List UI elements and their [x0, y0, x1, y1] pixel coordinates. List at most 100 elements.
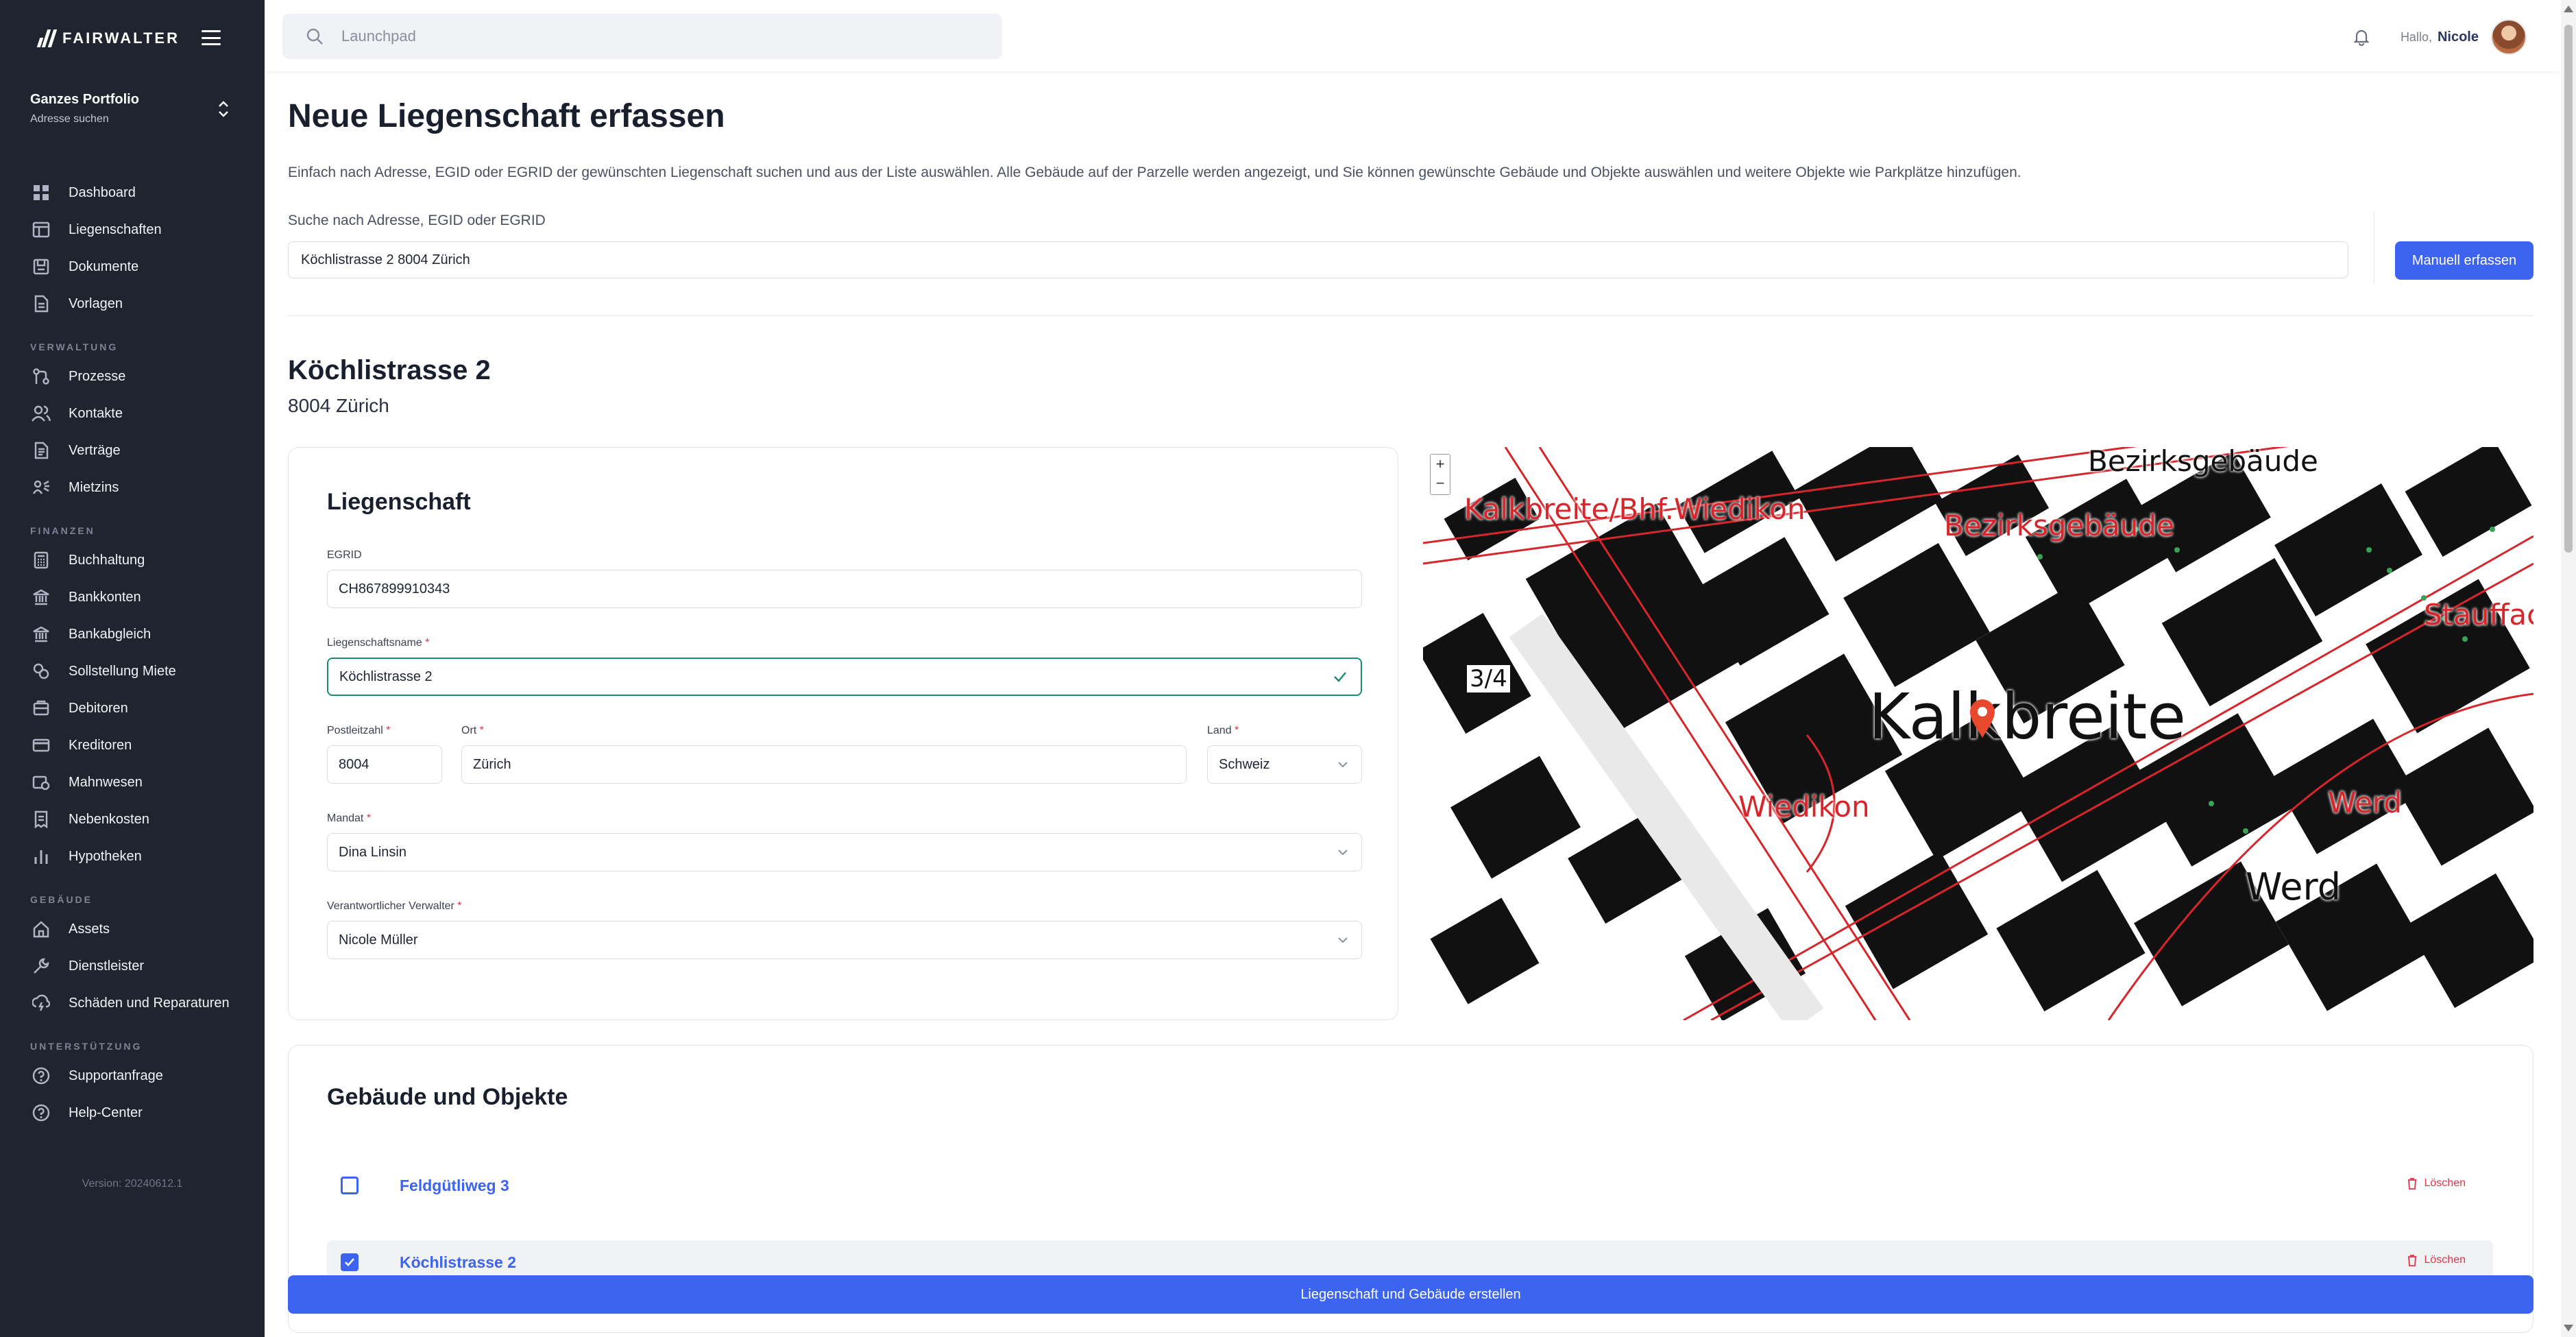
greeting-text: Hallo,	[2400, 29, 2432, 44]
map-label: Wiedikon	[1738, 790, 1870, 823]
bank-sync-icon	[32, 625, 51, 644]
manager-select[interactable]: Nicole Müller	[327, 921, 1362, 959]
plz-label-text: Postleitzahl	[327, 725, 383, 736]
bell-icon[interactable]	[2353, 28, 2370, 46]
user-area: Hallo, Nicole	[2353, 19, 2527, 55]
brand-logo[interactable]: FAIRWALTER	[36, 25, 180, 52]
top-bar: Hallo, Nicole	[265, 0, 2561, 71]
sidebar-item-assets[interactable]: Assets	[0, 911, 265, 948]
user-name[interactable]: Nicole	[2438, 29, 2479, 45]
folder-icon	[32, 257, 51, 276]
manager-label-text: Verantwortlicher Verwalter	[327, 900, 454, 912]
scroll-down-icon[interactable]	[2564, 1325, 2573, 1332]
ort-label-text: Ort	[461, 725, 477, 736]
property-name-field[interactable]: Köchlistrasse 2	[327, 658, 1362, 696]
city-field[interactable]: Zürich	[461, 745, 1187, 784]
country-value: Schweiz	[1219, 756, 1270, 772]
postal-code-field[interactable]: 8004	[327, 745, 442, 784]
sidebar-item-liegenschaften[interactable]: Liegenschaften	[0, 211, 265, 248]
sidebar-item-schaeden[interactable]: Schäden und Reparaturen	[0, 985, 265, 1022]
manual-entry-button[interactable]: Manuell erfassen	[2395, 241, 2534, 280]
egrid-field[interactable]: CH867899910343	[327, 570, 1362, 608]
sidebar-item-hypotheken[interactable]: Hypotheken	[0, 838, 265, 875]
sidebar-item-dokumente[interactable]: Dokumente	[0, 248, 265, 285]
page-scrollbar[interactable]	[2561, 0, 2576, 1337]
required-marker: *	[457, 900, 462, 912]
menu-toggle-icon[interactable]	[202, 30, 221, 45]
document-icon	[32, 294, 51, 313]
manager-value: Nicole Müller	[339, 932, 418, 948]
sidebar-item-sollstellung-miete[interactable]: Sollstellung Miete	[0, 653, 265, 690]
sidebar-item-label: Dashboard	[69, 184, 136, 200]
list-item: Feldgütliweg 3 Löschen	[327, 1164, 2493, 1207]
sidebar-item-label: Verträge	[69, 442, 121, 458]
sidebar-item-label: Liegenschaften	[69, 221, 162, 237]
app-version: Version: 20240612.1	[82, 1178, 183, 1190]
required-marker: *	[1235, 725, 1239, 736]
sidebar-item-bankkonten[interactable]: Bankkonten	[0, 579, 265, 616]
building-checkbox[interactable]	[341, 1253, 359, 1271]
sidebar-item-mahnwesen[interactable]: Mahnwesen	[0, 764, 265, 801]
land-label-text: Land	[1207, 725, 1232, 736]
building-name[interactable]: Feldgütliweg 3	[400, 1177, 509, 1195]
name-label-text: Liegenschaftsname	[327, 637, 422, 649]
trash-icon	[2407, 1178, 2416, 1190]
delete-button[interactable]: Löschen	[2407, 1177, 2466, 1190]
sidebar-item-mietzins[interactable]: Mietzins	[0, 469, 265, 506]
sidebar-item-label: Sollstellung Miete	[69, 663, 176, 679]
required-marker: *	[366, 812, 372, 824]
scrollbar-thumb[interactable]	[2564, 25, 2573, 553]
sidebar-item-label: Supportanfrage	[69, 1068, 163, 1083]
sidebar-item-kreditoren[interactable]: Kreditoren	[0, 727, 265, 764]
location-pin-icon	[1970, 699, 1995, 738]
address-subtitle: 8004 Zürich	[288, 395, 389, 416]
sidebar-item-nebenkosten[interactable]: Nebenkosten	[0, 801, 265, 838]
manager-label: Verantwortlicher Verwalter *	[327, 900, 462, 913]
sidebar-item-buchhaltung[interactable]: Buchhaltung	[0, 542, 265, 579]
sidebar-item-label: Mahnwesen	[69, 774, 143, 790]
process-icon	[32, 367, 51, 386]
home-icon	[32, 919, 51, 939]
sidebar-item-dashboard[interactable]: Dashboard	[0, 174, 265, 211]
page-title: Neue Liegenschaft erfassen	[288, 98, 725, 134]
address-title: Köchlistrasse 2	[288, 355, 491, 385]
sidebar-item-debitoren[interactable]: Debitoren	[0, 690, 265, 727]
sidebar-item-label: Assets	[69, 921, 110, 937]
sidebar-item-prozesse[interactable]: Prozesse	[0, 358, 265, 395]
coins-icon	[32, 662, 51, 681]
portfolio-selector[interactable]: Ganzes Portfolio Adresse suchen	[30, 92, 236, 125]
avatar[interactable]	[2491, 19, 2527, 55]
building-checkbox[interactable]	[341, 1177, 359, 1194]
sidebar-item-kontakte[interactable]: Kontakte	[0, 395, 265, 432]
egrid-label-text: EGRID	[327, 549, 362, 561]
country-select[interactable]: Schweiz	[1207, 745, 1362, 784]
sidebar-item-supportanfrage[interactable]: Supportanfrage	[0, 1057, 265, 1094]
sidebar-item-vertraege[interactable]: Verträge	[0, 432, 265, 469]
delete-button[interactable]: Löschen	[2407, 1254, 2466, 1266]
section-unterstuetzung: UNTERSTÜTZUNG	[30, 1041, 143, 1052]
sidebar-item-bankabgleich[interactable]: Bankabgleich	[0, 616, 265, 653]
checkmark-icon	[1334, 672, 1346, 682]
property-form-card: Liegenschaft EGRID CH867899910343 Liegen…	[288, 447, 1398, 1020]
trash-icon	[2407, 1255, 2416, 1266]
sidebar-item-vorlagen[interactable]: Vorlagen	[0, 285, 265, 322]
create-property-button[interactable]: Liegenschaft und Gebäude erstellen	[288, 1275, 2534, 1314]
launchpad-search[interactable]	[282, 14, 1002, 59]
sidebar-item-label: Mietzins	[69, 479, 119, 495]
map-zoom-control[interactable]: + −	[1430, 454, 1450, 495]
sidebar: FAIRWALTER Ganzes Portfolio Adresse such…	[0, 0, 265, 1337]
building-name[interactable]: Köchlistrasse 2	[400, 1253, 516, 1272]
location-map[interactable]: + − Kalkbreite/Bhf.Wiedikon Bezirksgebäud…	[1423, 447, 2534, 1020]
sidebar-item-label: Help-Center	[69, 1105, 143, 1120]
plz-label: Postleitzahl *	[327, 725, 391, 737]
scroll-up-icon[interactable]	[2564, 5, 2573, 12]
mandate-select[interactable]: Dina Linsin	[327, 833, 1362, 871]
sidebar-item-label: Kreditoren	[69, 737, 132, 753]
sidebar-item-help-center[interactable]: Help-Center	[0, 1094, 265, 1131]
map-label: Werd	[2246, 865, 2341, 908]
sidebar-item-dienstleister[interactable]: Dienstleister	[0, 948, 265, 985]
address-search-input[interactable]	[288, 241, 2348, 278]
launchpad-input[interactable]	[341, 27, 958, 45]
debtor-icon	[32, 699, 51, 718]
required-marker: *	[386, 725, 391, 736]
